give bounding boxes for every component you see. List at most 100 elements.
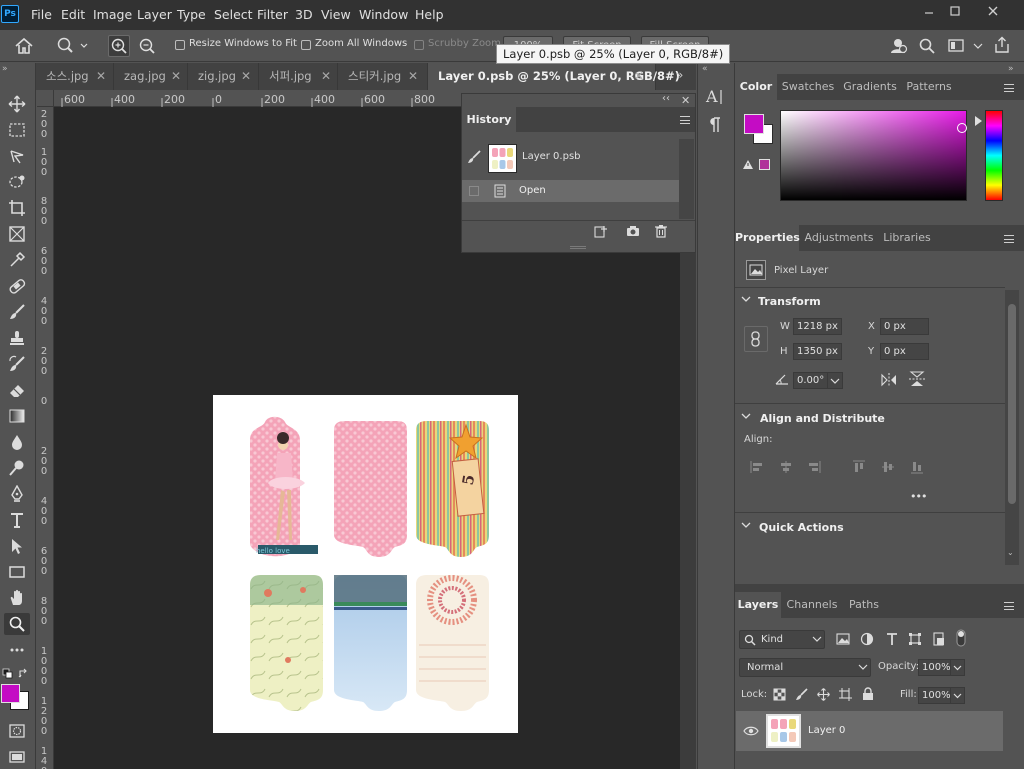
frame-tool[interactable] [6, 224, 28, 244]
tab-gradients[interactable]: Gradients [840, 74, 900, 100]
close-window-button[interactable] [975, 0, 1011, 22]
filter-pixel-button[interactable] [836, 632, 850, 646]
color-panel-menu-icon[interactable] [1004, 84, 1014, 92]
angle-dropdown[interactable] [827, 372, 843, 389]
lock-position-button[interactable] [817, 688, 830, 701]
menu-3d[interactable]: 3D [295, 0, 313, 30]
hue-slider[interactable] [985, 110, 1003, 201]
align-left-button[interactable] [750, 460, 764, 474]
filter-shape-button[interactable] [908, 632, 922, 646]
move-tool[interactable] [6, 94, 28, 114]
lock-all-button[interactable] [862, 687, 874, 701]
menu-window[interactable]: Window [359, 0, 408, 30]
tab-sticker-jpg[interactable]: 스티커.jpg ✕ [338, 63, 428, 90]
tab-libraries[interactable]: Libraries [879, 225, 935, 251]
history-scrollbar[interactable] [679, 139, 694, 219]
flip-vertical-button[interactable] [908, 370, 926, 388]
history-snapshot[interactable]: Layer 0.psb [462, 139, 679, 176]
tab-paths[interactable]: Paths [845, 592, 883, 618]
lock-transparent-pixels-button[interactable] [773, 688, 786, 701]
tab-adjustments[interactable]: Adjustments [802, 225, 876, 251]
align-hcenter-button[interactable] [779, 460, 793, 474]
scrubby-zoom-checkbox[interactable] [414, 40, 424, 50]
out-of-gamut-warning-icon[interactable] [742, 159, 754, 170]
share-button[interactable] [993, 36, 1011, 54]
width-field[interactable]: 1218 px [793, 318, 842, 335]
close-tab-icon[interactable]: ✕ [634, 63, 644, 90]
menu-image[interactable]: Image [93, 0, 132, 30]
more-align-options-button[interactable]: ••• [910, 490, 927, 503]
history-menu-icon[interactable] [680, 116, 690, 124]
lock-artboard-button[interactable] [839, 688, 852, 701]
tab-history[interactable]: History [462, 107, 516, 132]
tab-zag-jpg[interactable]: zag.jpg ✕ [114, 63, 188, 90]
close-tab-icon[interactable]: ✕ [241, 63, 251, 90]
canvas-scrollbar[interactable] [680, 250, 696, 769]
home-button[interactable] [14, 37, 34, 55]
menu-type[interactable]: Type [177, 0, 206, 30]
state-checkbox[interactable] [469, 186, 479, 196]
delete-state-button[interactable] [654, 224, 668, 238]
tab-channels[interactable]: Channels [784, 592, 840, 618]
opacity-field[interactable]: 100% [918, 659, 951, 676]
new-document-from-state-button[interactable] [594, 224, 608, 238]
tab-swatches[interactable]: Swatches [779, 74, 837, 100]
angle-field[interactable]: 0.00° [793, 372, 828, 389]
paragraph-panel-button[interactable] [707, 116, 723, 134]
layer-row[interactable]: Layer 0 [736, 711, 1003, 751]
quick-actions-toggle[interactable] [741, 520, 751, 530]
align-bottom-button[interactable] [910, 460, 924, 474]
ruler-origin[interactable] [37, 90, 54, 107]
filter-type-button[interactable] [885, 632, 899, 646]
quick-select-tool[interactable] [6, 172, 28, 192]
layer-name[interactable]: Layer 0 [808, 725, 845, 736]
link-dimensions-button[interactable] [744, 326, 768, 352]
close-tab-icon[interactable]: ✕ [171, 63, 181, 90]
align-right-button[interactable] [807, 460, 821, 474]
tab-zig-jpg[interactable]: zig.jpg ✕ [188, 63, 259, 90]
gradient-tool[interactable] [6, 406, 28, 426]
layer-filter-kind[interactable]: Kind [739, 630, 825, 649]
learn-user-icon[interactable] [890, 37, 908, 55]
history-collapse-icon[interactable]: ‹‹ [662, 93, 670, 104]
pen-tool[interactable] [6, 484, 28, 504]
y-field[interactable]: 0 px [880, 343, 929, 360]
menu-file[interactable]: File [31, 0, 52, 30]
menu-layer[interactable]: Layer [137, 0, 172, 30]
toolbar-collapse[interactable]: » [2, 64, 8, 74]
type-tool[interactable] [6, 510, 28, 530]
path-selection-tool[interactable] [6, 536, 28, 556]
height-field[interactable]: 1350 px [793, 343, 842, 360]
menu-filter[interactable]: Filter [257, 0, 288, 30]
zoom-out-button[interactable] [137, 36, 157, 56]
fill-dropdown[interactable] [950, 687, 965, 704]
tab-source-jpg[interactable]: 소스.jpg ✕ [36, 63, 114, 90]
screen-mode-button[interactable] [6, 747, 28, 767]
lock-image-pixels-button[interactable] [795, 688, 808, 701]
menu-view[interactable]: View [321, 0, 351, 30]
gamut-color-chip[interactable] [759, 159, 770, 170]
dodge-tool[interactable] [6, 458, 28, 478]
tab-surfer-jpg[interactable]: 서퍼.jpg ✕ [259, 63, 338, 90]
history-state-open[interactable]: Open [462, 180, 679, 202]
history-resize-grip[interactable] [570, 246, 586, 249]
filter-smart-object-button[interactable] [932, 632, 946, 646]
tab-overflow-button[interactable]: » [676, 68, 683, 82]
hand-tool[interactable] [6, 588, 28, 608]
fill-field[interactable]: 100% [918, 687, 951, 704]
align-top-button[interactable] [852, 460, 866, 474]
close-tab-icon[interactable]: ✕ [321, 63, 331, 90]
flip-horizontal-button[interactable] [880, 372, 898, 388]
zoom-all-checkbox[interactable] [301, 40, 311, 50]
zoom-tool-preset[interactable] [56, 37, 92, 55]
tab-patterns[interactable]: Patterns [903, 74, 955, 100]
hue-slider-handle[interactable] [975, 116, 982, 126]
align-vcenter-button[interactable] [881, 460, 895, 474]
default-colors-icon[interactable] [2, 668, 14, 680]
layers-menu-icon[interactable] [1004, 602, 1014, 610]
tab-color[interactable]: Color [735, 74, 777, 100]
close-tab-icon[interactable]: ✕ [96, 63, 106, 90]
zoom-tool[interactable] [4, 613, 30, 635]
color-fg-swatch[interactable] [744, 114, 764, 134]
blur-tool[interactable] [6, 432, 28, 452]
